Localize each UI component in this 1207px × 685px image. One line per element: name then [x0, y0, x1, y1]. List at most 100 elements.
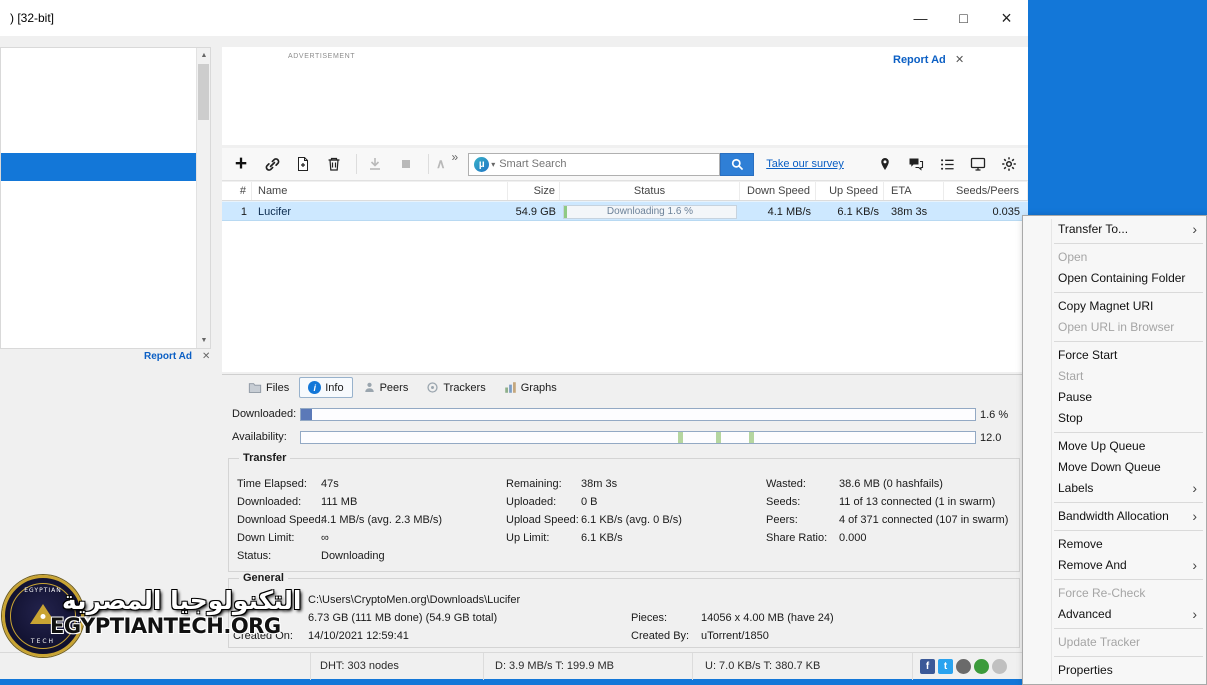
- close-button[interactable]: ×: [985, 0, 1028, 36]
- field-label: Peers:: [766, 511, 839, 529]
- tab-graphs[interactable]: Graphs: [496, 378, 565, 397]
- field-value: 38.6 MB (0 hashfails): [839, 475, 943, 493]
- search-engine-icon[interactable]: µ: [474, 157, 489, 172]
- field-value: 38m 3s: [581, 475, 617, 493]
- column-header-status[interactable]: Status: [560, 182, 740, 200]
- scroll-up-icon[interactable]: ▲: [197, 48, 211, 63]
- sidebar-scrollbar[interactable]: ▲ ▼: [196, 48, 210, 348]
- close-ad-icon[interactable]: ✕: [955, 53, 964, 66]
- menu-item-move-down-queue[interactable]: Move Down Queue: [1023, 457, 1206, 478]
- search-input[interactable]: [499, 158, 714, 170]
- menu-separator: [1054, 656, 1203, 657]
- globe-icon[interactable]: [956, 659, 971, 674]
- torrent-list: # Name Size Status Down Speed Up Speed E…: [222, 182, 1028, 372]
- sidebar-selected-item[interactable]: [1, 153, 197, 181]
- field-label: Share Ratio:: [766, 529, 839, 547]
- torrent-row[interactable]: 1 Lucifer 54.9 GB Downloading 1.6 % 4.1 …: [222, 201, 1028, 221]
- twitter-icon[interactable]: t: [938, 659, 953, 674]
- info-icon: i: [308, 381, 321, 394]
- menu-item-properties[interactable]: Properties: [1023, 660, 1206, 681]
- search-button[interactable]: [720, 153, 754, 176]
- submenu-arrow-icon: ›: [1192, 555, 1197, 576]
- column-header-seeds-peers[interactable]: Seeds/Peers: [944, 182, 1028, 200]
- status-bar: DHT: 303 nodes D: 3.9 MB/s T: 199.9 MB U…: [0, 652, 1028, 679]
- field-label: Download Speed:: [237, 511, 321, 529]
- menu-item-remove[interactable]: Remove: [1023, 534, 1206, 555]
- tab-files-label: Files: [266, 382, 289, 394]
- chat-button[interactable]: [905, 153, 927, 175]
- graphs-icon: [504, 381, 517, 394]
- menu-item-label: Update Tracker: [1058, 635, 1140, 649]
- menu-item-open-containing-folder[interactable]: Open Containing Folder: [1023, 268, 1206, 289]
- report-ad-link[interactable]: Report Ad: [144, 351, 192, 362]
- field-label: Downloaded:: [237, 493, 321, 511]
- preferences-button[interactable]: [998, 153, 1020, 175]
- detailed-info-button[interactable]: [936, 153, 958, 175]
- transfer-column-1: Time Elapsed:47s Downloaded:111 MB Downl…: [237, 475, 499, 565]
- menu-item-label: Move Down Queue: [1058, 460, 1161, 474]
- close-ad-icon[interactable]: ✕: [202, 351, 210, 362]
- column-header-num[interactable]: #: [222, 182, 252, 200]
- tab-files[interactable]: Files: [240, 378, 297, 398]
- scroll-down-icon[interactable]: ▼: [197, 333, 211, 348]
- menu-item-label: Open Containing Folder: [1058, 271, 1185, 285]
- menu-item-transfer-to[interactable]: Transfer To...›: [1023, 219, 1206, 240]
- window-title: ) [32-bit]: [10, 0, 54, 36]
- remove-torrent-button[interactable]: [323, 153, 345, 175]
- availability-tick: [678, 432, 683, 443]
- menu-item-force-start[interactable]: Force Start: [1023, 345, 1206, 366]
- remote-button[interactable]: [967, 153, 989, 175]
- menu-separator: [1054, 292, 1203, 293]
- column-header-eta[interactable]: ETA: [884, 182, 944, 200]
- link-icon: [264, 156, 281, 173]
- column-header-down-speed[interactable]: Down Speed: [740, 182, 816, 200]
- location-pin-button[interactable]: [874, 153, 896, 175]
- field-value: 4.1 MB/s (avg. 2.3 MB/s): [321, 511, 442, 529]
- field-label: Status:: [237, 547, 321, 565]
- menu-item-label: Copy Magnet URI: [1058, 299, 1153, 313]
- toolbar-overflow-icon[interactable]: »: [452, 148, 459, 166]
- report-ad-link[interactable]: Report Ad: [893, 54, 946, 66]
- tab-info[interactable]: i Info: [299, 377, 352, 398]
- create-torrent-button[interactable]: [292, 153, 314, 175]
- minimize-button[interactable]: —: [899, 0, 942, 36]
- transfer-column-3: Wasted:38.6 MB (0 hashfails) Seeds:11 of…: [766, 475, 1018, 547]
- chevron-down-icon[interactable]: ▾: [491, 160, 495, 169]
- globe-green-icon[interactable]: [974, 659, 989, 674]
- gear-icon: [1001, 156, 1017, 172]
- scrollbar-thumb[interactable]: [198, 64, 209, 120]
- add-torrent-button[interactable]: +: [230, 153, 252, 175]
- chat-icon: [908, 156, 924, 172]
- general-groupbox: General C:\Users\CryptoMen.org\Downloads…: [228, 578, 1020, 648]
- survey-link[interactable]: Take our survey: [766, 158, 844, 170]
- detail-tabs: Files i Info Peers Trackers Graphs: [222, 374, 1028, 400]
- maximize-button[interactable]: □: [942, 0, 985, 36]
- menu-item-move-up-queue[interactable]: Move Up Queue: [1023, 436, 1206, 457]
- field-label: Up Limit:: [506, 529, 581, 547]
- menu-item-stop[interactable]: Stop: [1023, 408, 1206, 429]
- torrent-name: Lucifer: [252, 202, 508, 220]
- tab-trackers[interactable]: Trackers: [418, 378, 493, 397]
- field-label: Wasted:: [766, 475, 839, 493]
- menu-item-pause[interactable]: Pause: [1023, 387, 1206, 408]
- facebook-icon[interactable]: f: [920, 659, 935, 674]
- column-header-size[interactable]: Size: [508, 182, 560, 200]
- toolbar-right-icons: [865, 153, 1020, 175]
- save-path-value: C:\Users\CryptoMen.org\Downloads\Lucifer: [308, 591, 728, 609]
- menu-item-advanced[interactable]: Advanced›: [1023, 604, 1206, 625]
- upload-status: U: 7.0 KB/s T: 380.7 KB: [705, 653, 820, 679]
- tab-peers[interactable]: Peers: [355, 378, 417, 397]
- menu-item-labels[interactable]: Labels›: [1023, 478, 1206, 499]
- availability-bar: [300, 431, 976, 444]
- menu-item-remove-and[interactable]: Remove And›: [1023, 555, 1206, 576]
- menu-item-copy-magnet-uri[interactable]: Copy Magnet URI: [1023, 296, 1206, 317]
- plus-icon: +: [235, 154, 247, 174]
- add-from-url-button[interactable]: [261, 153, 283, 175]
- menu-item-label: Pause: [1058, 390, 1092, 404]
- extra-social-icon[interactable]: [992, 659, 1007, 674]
- column-header-name[interactable]: Name: [252, 182, 508, 200]
- menu-item-bandwidth-allocation[interactable]: Bandwidth Allocation›: [1023, 506, 1206, 527]
- column-header-up-speed[interactable]: Up Speed: [816, 182, 884, 200]
- downloaded-progress-bar: [300, 408, 976, 421]
- menu-item-update-tracker: Update Tracker: [1023, 632, 1206, 653]
